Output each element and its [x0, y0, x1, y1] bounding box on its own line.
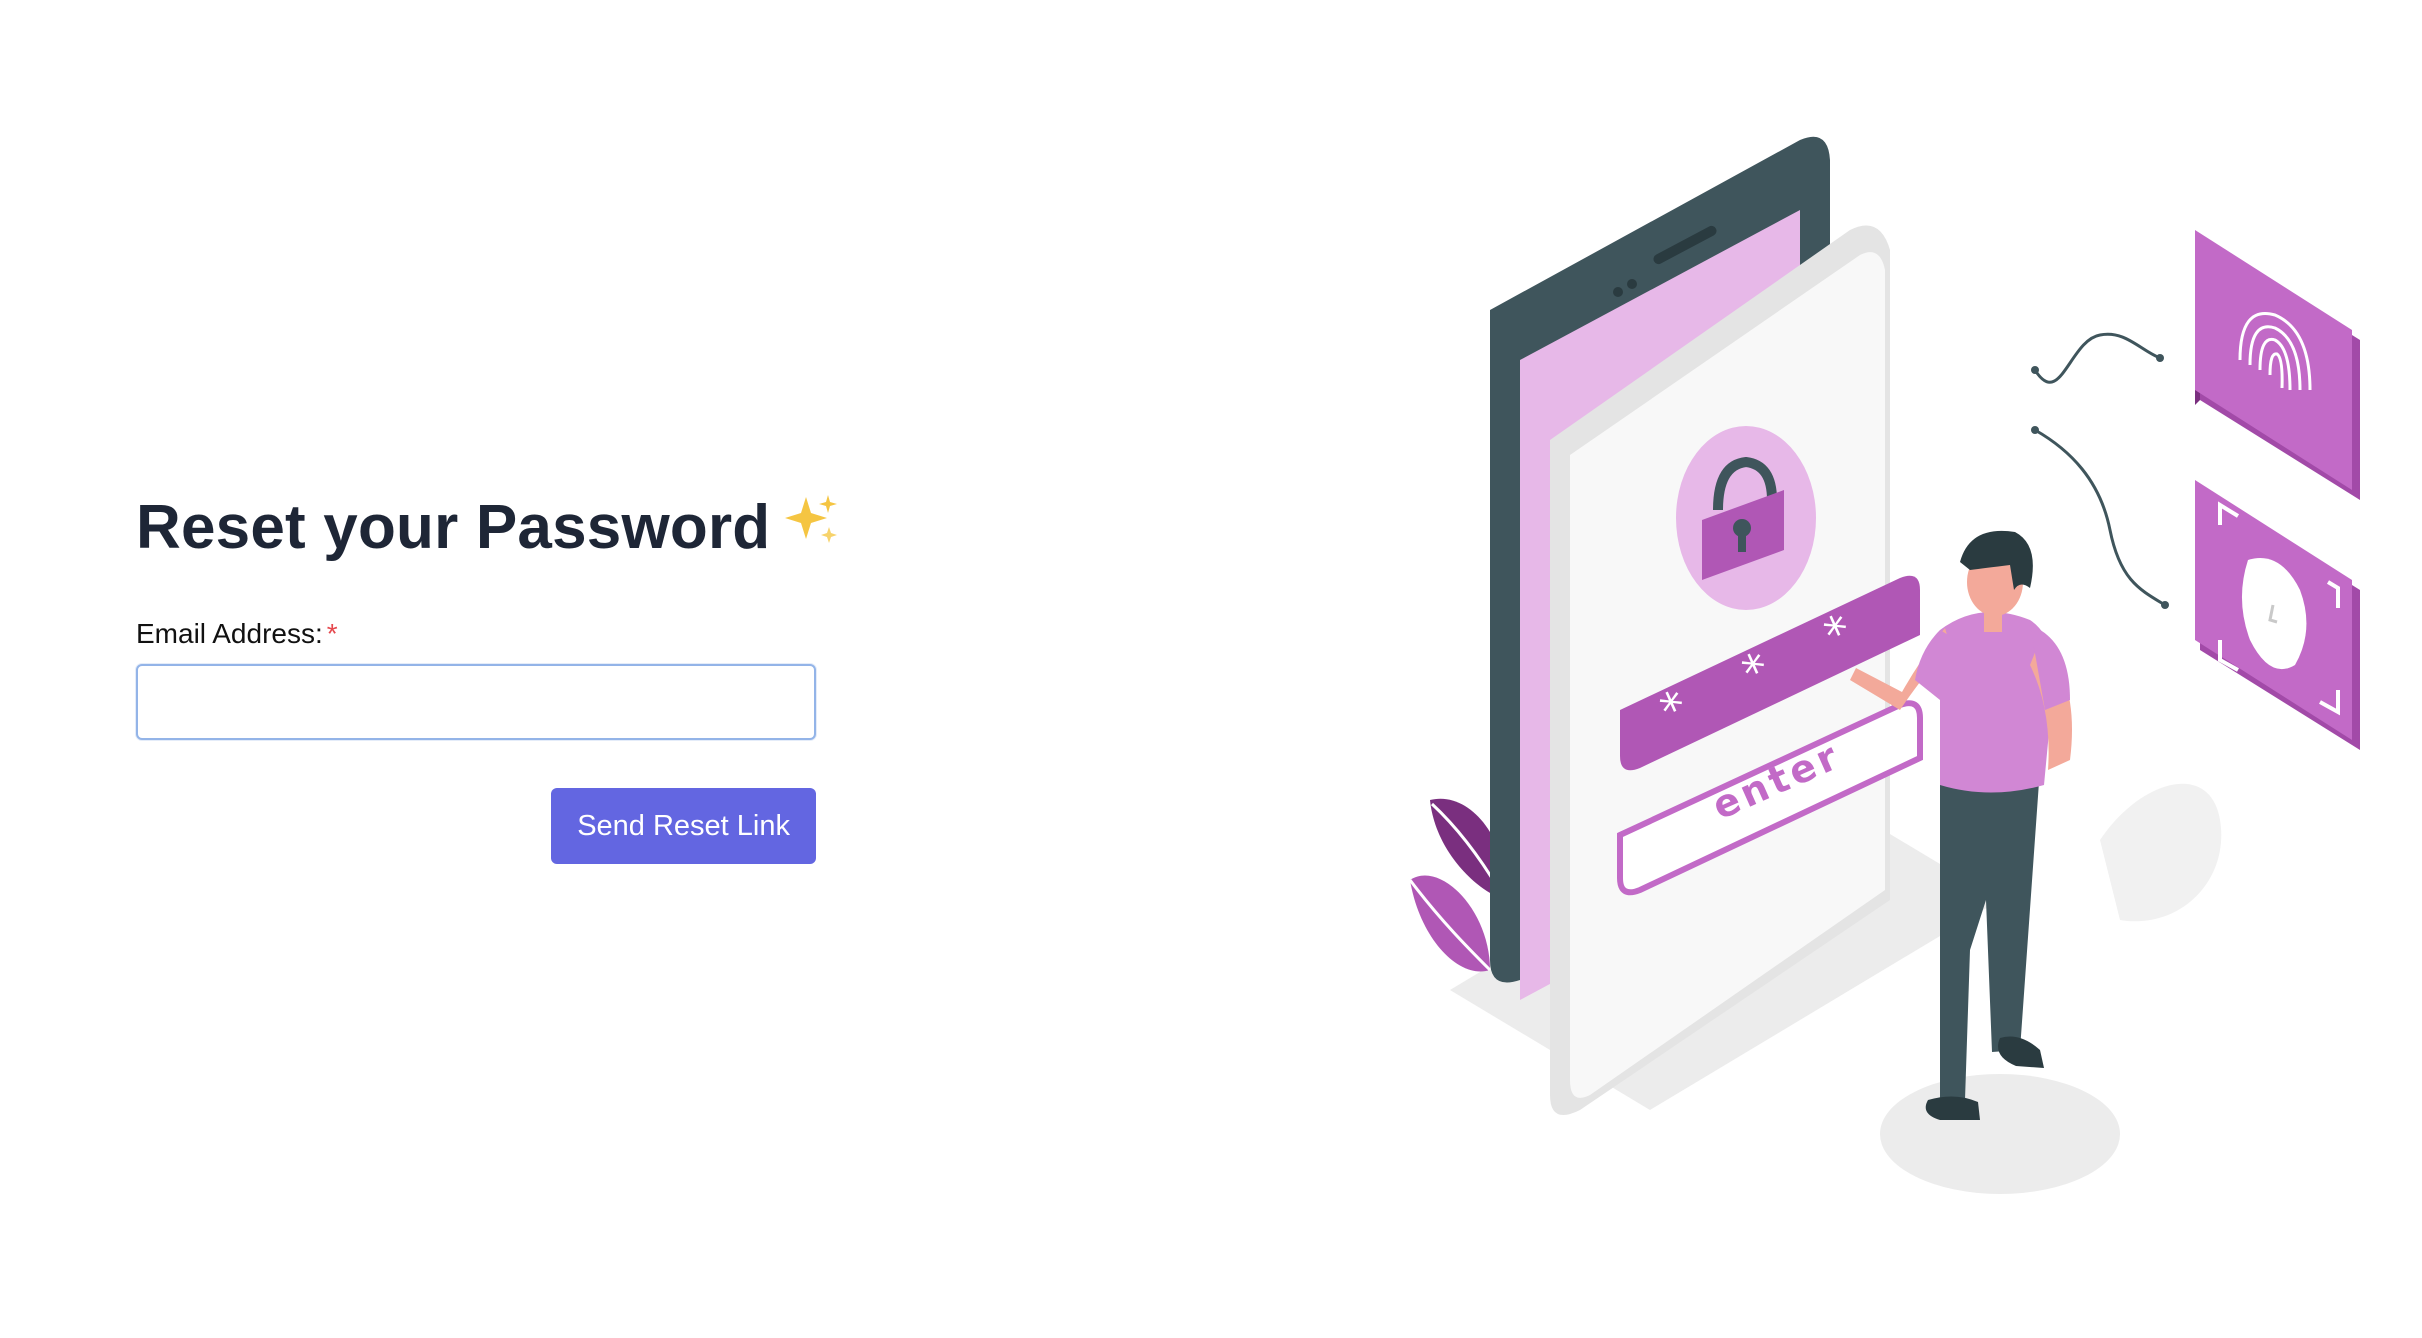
security-illustration: * * * enter	[1380, 120, 2380, 1200]
form-actions: Send Reset Link	[136, 788, 816, 864]
fingerprint-icon	[2195, 230, 2360, 500]
required-asterisk: *	[326, 618, 338, 649]
email-field[interactable]	[136, 664, 816, 740]
person-wall-shadow	[2100, 783, 2222, 922]
email-label: Email Address: *	[136, 614, 816, 654]
reset-password-form: Reset your Password Email Address: * Send…	[136, 478, 838, 864]
send-reset-link-button[interactable]: Send Reset Link	[551, 788, 816, 864]
sparkles-icon	[784, 477, 840, 577]
page-title: Reset your Password	[136, 478, 838, 578]
face-id-icon	[2195, 480, 2360, 750]
page-title-text: Reset your Password	[136, 493, 771, 562]
person-shadow	[1880, 1074, 2120, 1194]
email-label-text: Email Address:	[136, 618, 323, 649]
